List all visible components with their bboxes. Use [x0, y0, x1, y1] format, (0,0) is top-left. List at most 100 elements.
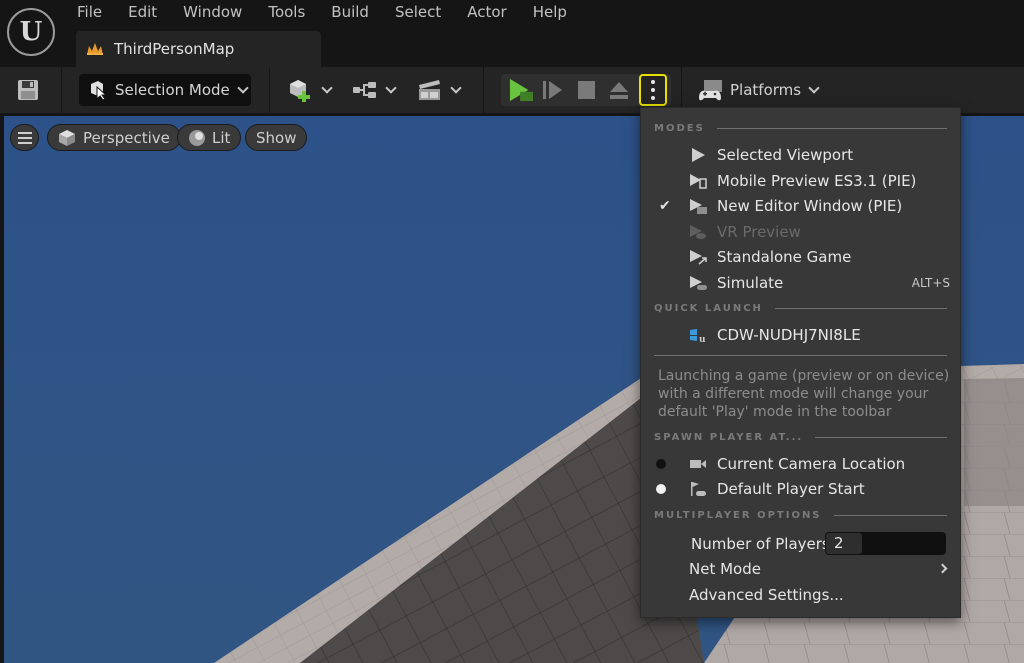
logo-glyph: U — [19, 17, 43, 47]
spawn-header-label: SPAWN PLAYER AT... — [654, 432, 804, 443]
viewport-menu-button[interactable] — [10, 124, 39, 151]
chevron-down-icon — [237, 82, 249, 94]
modes-section-header: MODES — [654, 123, 947, 134]
perspective-button[interactable]: Perspective — [47, 124, 181, 151]
svg-text:u: u — [699, 335, 706, 343]
chevron-down-icon — [385, 82, 397, 94]
number-of-players-input[interactable]: 2 — [825, 532, 946, 555]
spawn-option-label: Default Player Start — [717, 479, 865, 498]
mode-label: Simulate — [717, 273, 784, 292]
mode-new-editor-window[interactable]: ✔ New Editor Window (PIE) — [641, 193, 960, 218]
save-icon[interactable] — [16, 79, 40, 101]
menu-edit[interactable]: Edit — [115, 0, 170, 26]
radio-unselected-icon — [656, 458, 666, 469]
add-actor-dropdown[interactable] — [288, 76, 333, 104]
mode-mobile-preview[interactable]: Mobile Preview ES3.1 (PIE) — [641, 168, 960, 193]
menu-build[interactable]: Build — [318, 0, 382, 26]
chevron-down-icon — [808, 82, 820, 94]
quick-launch-section-header: QUICK LAUNCH — [654, 303, 947, 314]
level-map-icon — [87, 43, 103, 55]
multiplayer-header-label: MULTIPLAYER OPTIONS — [654, 510, 822, 521]
toolbar-divider — [269, 67, 270, 113]
camera-icon — [690, 459, 706, 468]
advanced-settings-label: Advanced Settings... — [689, 585, 844, 604]
mode-label: New Editor Window (PIE) — [717, 196, 903, 215]
tab-label: ThirdPersonMap — [114, 40, 235, 58]
toolbar-divider — [483, 67, 484, 113]
mode-selected-viewport[interactable]: Selected Viewport — [641, 142, 960, 167]
shortcut-label: ALT+S — [911, 275, 950, 290]
floor-block — [964, 366, 1024, 506]
menu-actor[interactable]: Actor — [454, 0, 519, 26]
advance-frame-icon[interactable] — [541, 78, 565, 102]
title-bar: U File Edit Window Tools Build Select Ac… — [0, 0, 1024, 67]
dot-icon — [651, 80, 655, 84]
hamburger-icon — [17, 131, 32, 144]
number-of-players-value[interactable]: 2 — [826, 533, 862, 554]
number-of-players-label: Number of Players — [691, 534, 830, 553]
player-start-icon — [691, 481, 706, 496]
play-options-menu: MODES Selected Viewport Mobile Preview E… — [640, 107, 961, 618]
menu-tools[interactable]: Tools — [255, 0, 318, 26]
mode-simulate[interactable]: Simulate ALT+S — [641, 270, 960, 295]
simulate-icon — [690, 275, 707, 290]
mode-vr-preview[interactable]: VR Preview — [641, 219, 960, 244]
advanced-settings-item[interactable]: Advanced Settings... — [641, 582, 960, 607]
lit-label: Lit — [212, 128, 231, 147]
menu-file[interactable]: File — [64, 0, 115, 26]
vr-preview-icon — [690, 224, 706, 239]
mode-label: Selected Viewport — [717, 145, 854, 164]
net-mode-submenu[interactable]: Net Mode — [641, 556, 960, 581]
spawn-current-camera[interactable]: Current Camera Location — [641, 451, 960, 476]
quick-launch-device[interactable]: u CDW-NUDHJ7NI8LE — [641, 322, 960, 347]
menu-help[interactable]: Help — [520, 0, 580, 26]
menu-divider — [654, 355, 947, 356]
header-line — [716, 128, 947, 129]
mode-label: Standalone Game — [717, 247, 852, 266]
selection-mode-icon — [91, 81, 107, 100]
menu-window[interactable]: Window — [170, 0, 255, 26]
standalone-icon — [690, 249, 707, 265]
add-actor-icon — [290, 80, 310, 102]
header-line — [833, 515, 947, 516]
stop-icon[interactable] — [576, 78, 598, 102]
checkmark-icon: ✔ — [659, 197, 671, 214]
blueprint-icon — [353, 82, 376, 98]
net-mode-label: Net Mode — [689, 559, 761, 578]
play-options-kebab-button[interactable] — [639, 74, 667, 106]
eject-icon[interactable] — [607, 78, 631, 102]
modes-header-label: MODES — [654, 123, 705, 134]
show-label: Show — [256, 128, 297, 147]
unreal-logo-icon[interactable]: U — [7, 8, 55, 56]
mode-standalone-game[interactable]: Standalone Game — [641, 244, 960, 269]
platforms-dropdown[interactable]: Platforms — [698, 76, 820, 104]
dot-icon — [651, 96, 655, 100]
multiplayer-section-header: MULTIPLAYER OPTIONS — [654, 510, 947, 521]
menu-select[interactable]: Select — [382, 0, 454, 26]
chevron-right-icon — [937, 563, 948, 574]
play-icon — [692, 147, 705, 162]
cube-icon — [59, 129, 75, 146]
spawn-option-label: Current Camera Location — [717, 454, 906, 473]
play-icon[interactable] — [507, 78, 535, 102]
mode-label: VR Preview — [717, 222, 801, 241]
menu-bar: File Edit Window Tools Build Select Acto… — [64, 0, 580, 26]
selection-mode-dropdown[interactable]: Selection Mode — [79, 74, 251, 106]
lit-button[interactable]: Lit — [177, 124, 242, 151]
play-mode-note: Launching a game (preview or on device) … — [658, 368, 950, 420]
new-window-icon — [690, 198, 707, 214]
selection-mode-label: Selection Mode — [115, 81, 230, 99]
tab-level[interactable]: ThirdPersonMap — [76, 31, 321, 67]
cinematics-dropdown[interactable] — [417, 76, 462, 104]
clapperboard-icon — [419, 80, 440, 100]
chevron-down-icon — [321, 82, 333, 94]
platforms-label: Platforms — [730, 81, 802, 99]
spawn-section-header: SPAWN PLAYER AT... — [654, 432, 947, 443]
toolbar-divider — [61, 67, 62, 113]
blueprint-dropdown[interactable] — [352, 76, 397, 104]
show-button[interactable]: Show — [245, 124, 308, 151]
spawn-default-player-start[interactable]: Default Player Start — [641, 476, 960, 501]
mobile-preview-icon — [690, 173, 707, 189]
header-line — [815, 437, 947, 438]
quick-launch-header-label: QUICK LAUNCH — [654, 303, 763, 314]
